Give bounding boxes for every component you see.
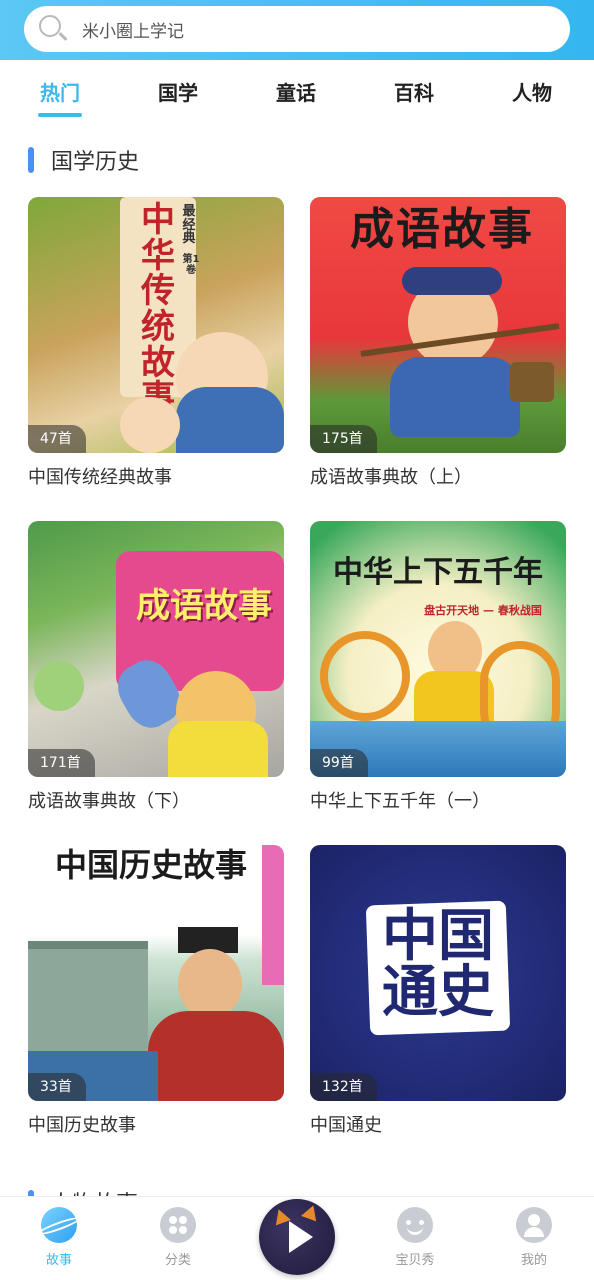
cover-title: 成语故事 xyxy=(136,586,272,626)
fox-ear-icon xyxy=(301,1202,321,1222)
nav-category[interactable]: 分类 xyxy=(138,1207,218,1268)
tab-people[interactable]: 人物 xyxy=(510,60,554,122)
cover-subtitle: 盘古开天地 — 春秋战国 xyxy=(424,604,542,617)
play-icon xyxy=(289,1221,313,1253)
album-card[interactable]: 中国通史 132首 中国通史 xyxy=(310,845,566,1137)
tab-active-indicator xyxy=(38,113,82,117)
cover-title: 中国通史 xyxy=(382,904,494,1025)
album-cover[interactable]: 成语故事 175首 xyxy=(310,197,566,453)
cover-title: 中国历史故事 xyxy=(54,846,247,884)
album-cover[interactable]: 中国通史 132首 xyxy=(310,845,566,1101)
album-title: 成语故事典故（上） xyxy=(310,467,472,488)
category-tabs: 热门 国学 童话 百科 人物 xyxy=(0,60,594,122)
nav-baby-show[interactable]: 宝贝秀 xyxy=(375,1207,455,1268)
album-card[interactable]: 中华上下五千年 盘古开天地 — 春秋战国 99首 中华上下五千年（一） xyxy=(310,521,566,813)
cover-volume: 第1卷 xyxy=(182,254,200,276)
track-count: 47首 xyxy=(28,425,86,453)
track-count: 175首 xyxy=(310,425,377,453)
track-count: 132首 xyxy=(310,1073,377,1101)
album-title: 中华上下五千年（一） xyxy=(310,791,490,812)
search-box[interactable]: 米小圈上学记 xyxy=(24,6,570,52)
section-title: 人物故事 xyxy=(50,1186,138,1196)
album-title: 中国传统经典故事 xyxy=(28,467,172,488)
grid-icon xyxy=(160,1207,196,1243)
section-accent-bar xyxy=(28,147,34,173)
cover-title: 成语故事 xyxy=(350,204,534,255)
album-cover[interactable]: 成语故事 171首 xyxy=(28,521,284,777)
nav-mine[interactable]: 我的 xyxy=(494,1207,574,1268)
header-bar: 米小圈上学记 xyxy=(0,0,594,60)
album-title: 成语故事典故（下） xyxy=(28,791,190,812)
user-icon xyxy=(516,1207,552,1243)
fox-ear-icon xyxy=(271,1206,291,1226)
cover-subtitle: 最经典 xyxy=(182,204,196,247)
album-card[interactable]: 成语故事 175首 成语故事典故（上） xyxy=(310,197,566,489)
bottom-nav: 故事 分类 宝贝秀 我的 xyxy=(0,1196,594,1280)
album-card[interactable]: 中华传统故事 最经典 第1卷 47首 中国传统经典故事 xyxy=(28,197,284,489)
track-count: 171首 xyxy=(28,749,95,777)
section-header: 国学历史 xyxy=(28,144,139,176)
album-card[interactable]: 中国历史故事 33首 中国历史故事 xyxy=(28,845,284,1137)
tab-encyclopedia[interactable]: 百科 xyxy=(392,60,436,122)
album-card[interactable]: 成语故事 171首 成语故事典故（下） xyxy=(28,521,284,813)
tab-guoxue[interactable]: 国学 xyxy=(156,60,200,122)
tab-hot[interactable]: 热门 xyxy=(38,60,82,122)
search-icon xyxy=(36,12,70,46)
page: 米小圈上学记 热门 国学 童话 百科 人物 国学历史 中华传统故事 最经典 第1… xyxy=(0,0,594,1280)
tab-fairytale[interactable]: 童话 xyxy=(274,60,318,122)
cover-title: 中华上下五千年 xyxy=(333,555,543,590)
nav-story[interactable]: 故事 xyxy=(19,1207,99,1268)
track-count: 99首 xyxy=(310,749,368,777)
next-section-header: 人物故事 xyxy=(28,1186,168,1196)
album-cover[interactable]: 中华上下五千年 盘古开天地 — 春秋战国 99首 xyxy=(310,521,566,777)
play-button[interactable] xyxy=(259,1199,335,1275)
search-placeholder: 米小圈上学记 xyxy=(82,21,184,42)
planet-icon xyxy=(36,1207,82,1243)
album-cover[interactable]: 中华传统故事 最经典 第1卷 47首 xyxy=(28,197,284,453)
face-icon xyxy=(397,1207,433,1243)
section-title: 国学历史 xyxy=(51,150,140,175)
track-count: 33首 xyxy=(28,1073,86,1101)
album-cover[interactable]: 中国历史故事 33首 xyxy=(28,845,284,1101)
album-title: 中国历史故事 xyxy=(28,1115,136,1136)
album-title: 中国通史 xyxy=(310,1115,382,1136)
